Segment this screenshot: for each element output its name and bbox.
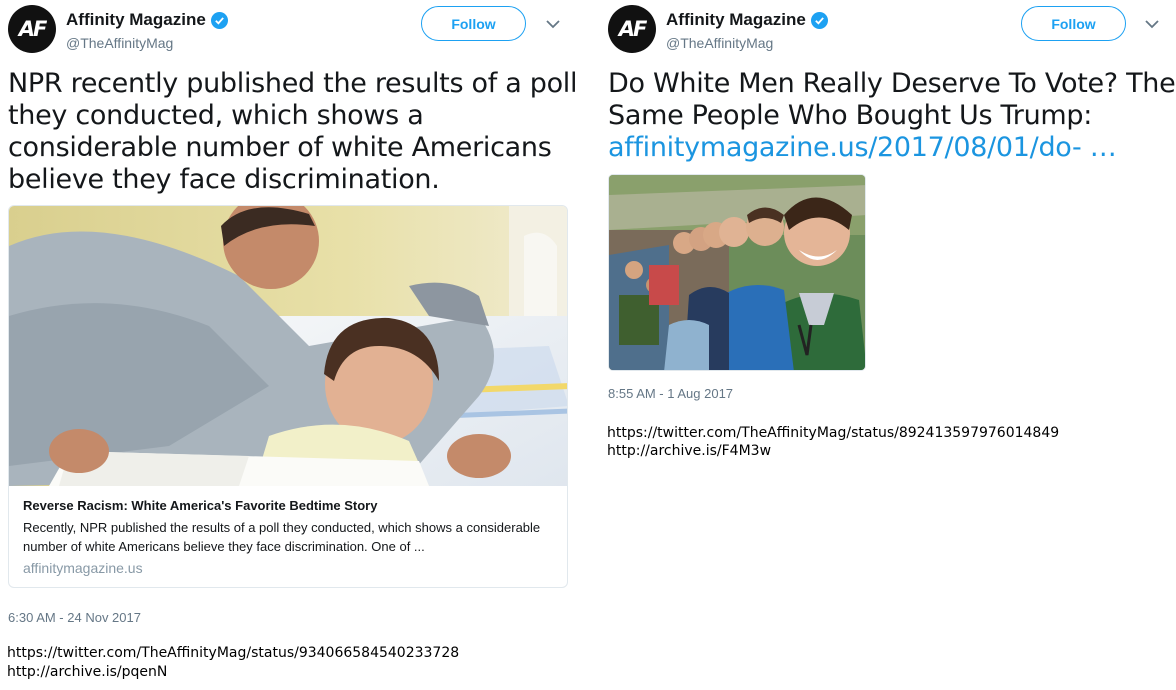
card-body: Reverse Racism: White America's Favorite… xyxy=(23,498,553,576)
card-title[interactable]: Reverse Racism: White America's Favorite… xyxy=(23,498,553,513)
tweet-text: NPR recently published the results of a … xyxy=(8,68,578,195)
tweet-body: Do White Men Really Deserve To Vote? The… xyxy=(608,68,1176,131)
tweet-timestamp[interactable]: 6:30 AM - 24 Nov 2017 xyxy=(8,610,141,625)
follow-button[interactable]: Follow xyxy=(1021,6,1126,41)
account-name-row[interactable]: Affinity Magazine xyxy=(666,10,828,30)
card-description: Recently, NPR published the results of a… xyxy=(23,520,541,554)
card-domain[interactable]: affinitymagazine.us xyxy=(23,560,553,576)
verified-badge-icon xyxy=(210,11,228,29)
avatar[interactable]: AF xyxy=(608,5,656,53)
account-name[interactable]: Affinity Magazine xyxy=(666,10,806,30)
account-name[interactable]: Affinity Magazine xyxy=(66,10,206,30)
tweet-text: Do White Men Really Deserve To Vote? The… xyxy=(608,68,1176,164)
archive-is-url: http://archive.is/pqenN xyxy=(7,664,168,680)
avatar-logo: AF xyxy=(18,17,48,41)
archive-is-url: http://archive.is/F4M3w xyxy=(607,443,772,459)
tweet-photo[interactable] xyxy=(608,174,866,371)
chevron-down-icon[interactable] xyxy=(1144,18,1160,30)
follow-button[interactable]: Follow xyxy=(421,6,526,41)
card-image xyxy=(9,206,567,486)
avatar-logo: AF xyxy=(618,17,648,41)
tweet-link[interactable]: affinitymagazine.us/2017/08/01/do- … xyxy=(608,132,1176,164)
avatar[interactable]: AF xyxy=(8,5,56,53)
photo-image xyxy=(609,175,865,370)
archive-status-url: https://twitter.com/TheAffinityMag/statu… xyxy=(7,645,460,661)
link-card[interactable]: Reverse Racism: White America's Favorite… xyxy=(8,205,568,588)
account-handle[interactable]: @TheAffinityMag xyxy=(666,35,773,51)
tweet-timestamp[interactable]: 8:55 AM - 1 Aug 2017 xyxy=(608,386,733,401)
chevron-down-icon[interactable] xyxy=(545,18,561,30)
account-name-row[interactable]: Affinity Magazine xyxy=(66,10,228,30)
account-handle[interactable]: @TheAffinityMag xyxy=(66,35,173,51)
verified-badge-icon xyxy=(810,11,828,29)
archive-status-url: https://twitter.com/TheAffinityMag/statu… xyxy=(607,425,1060,441)
